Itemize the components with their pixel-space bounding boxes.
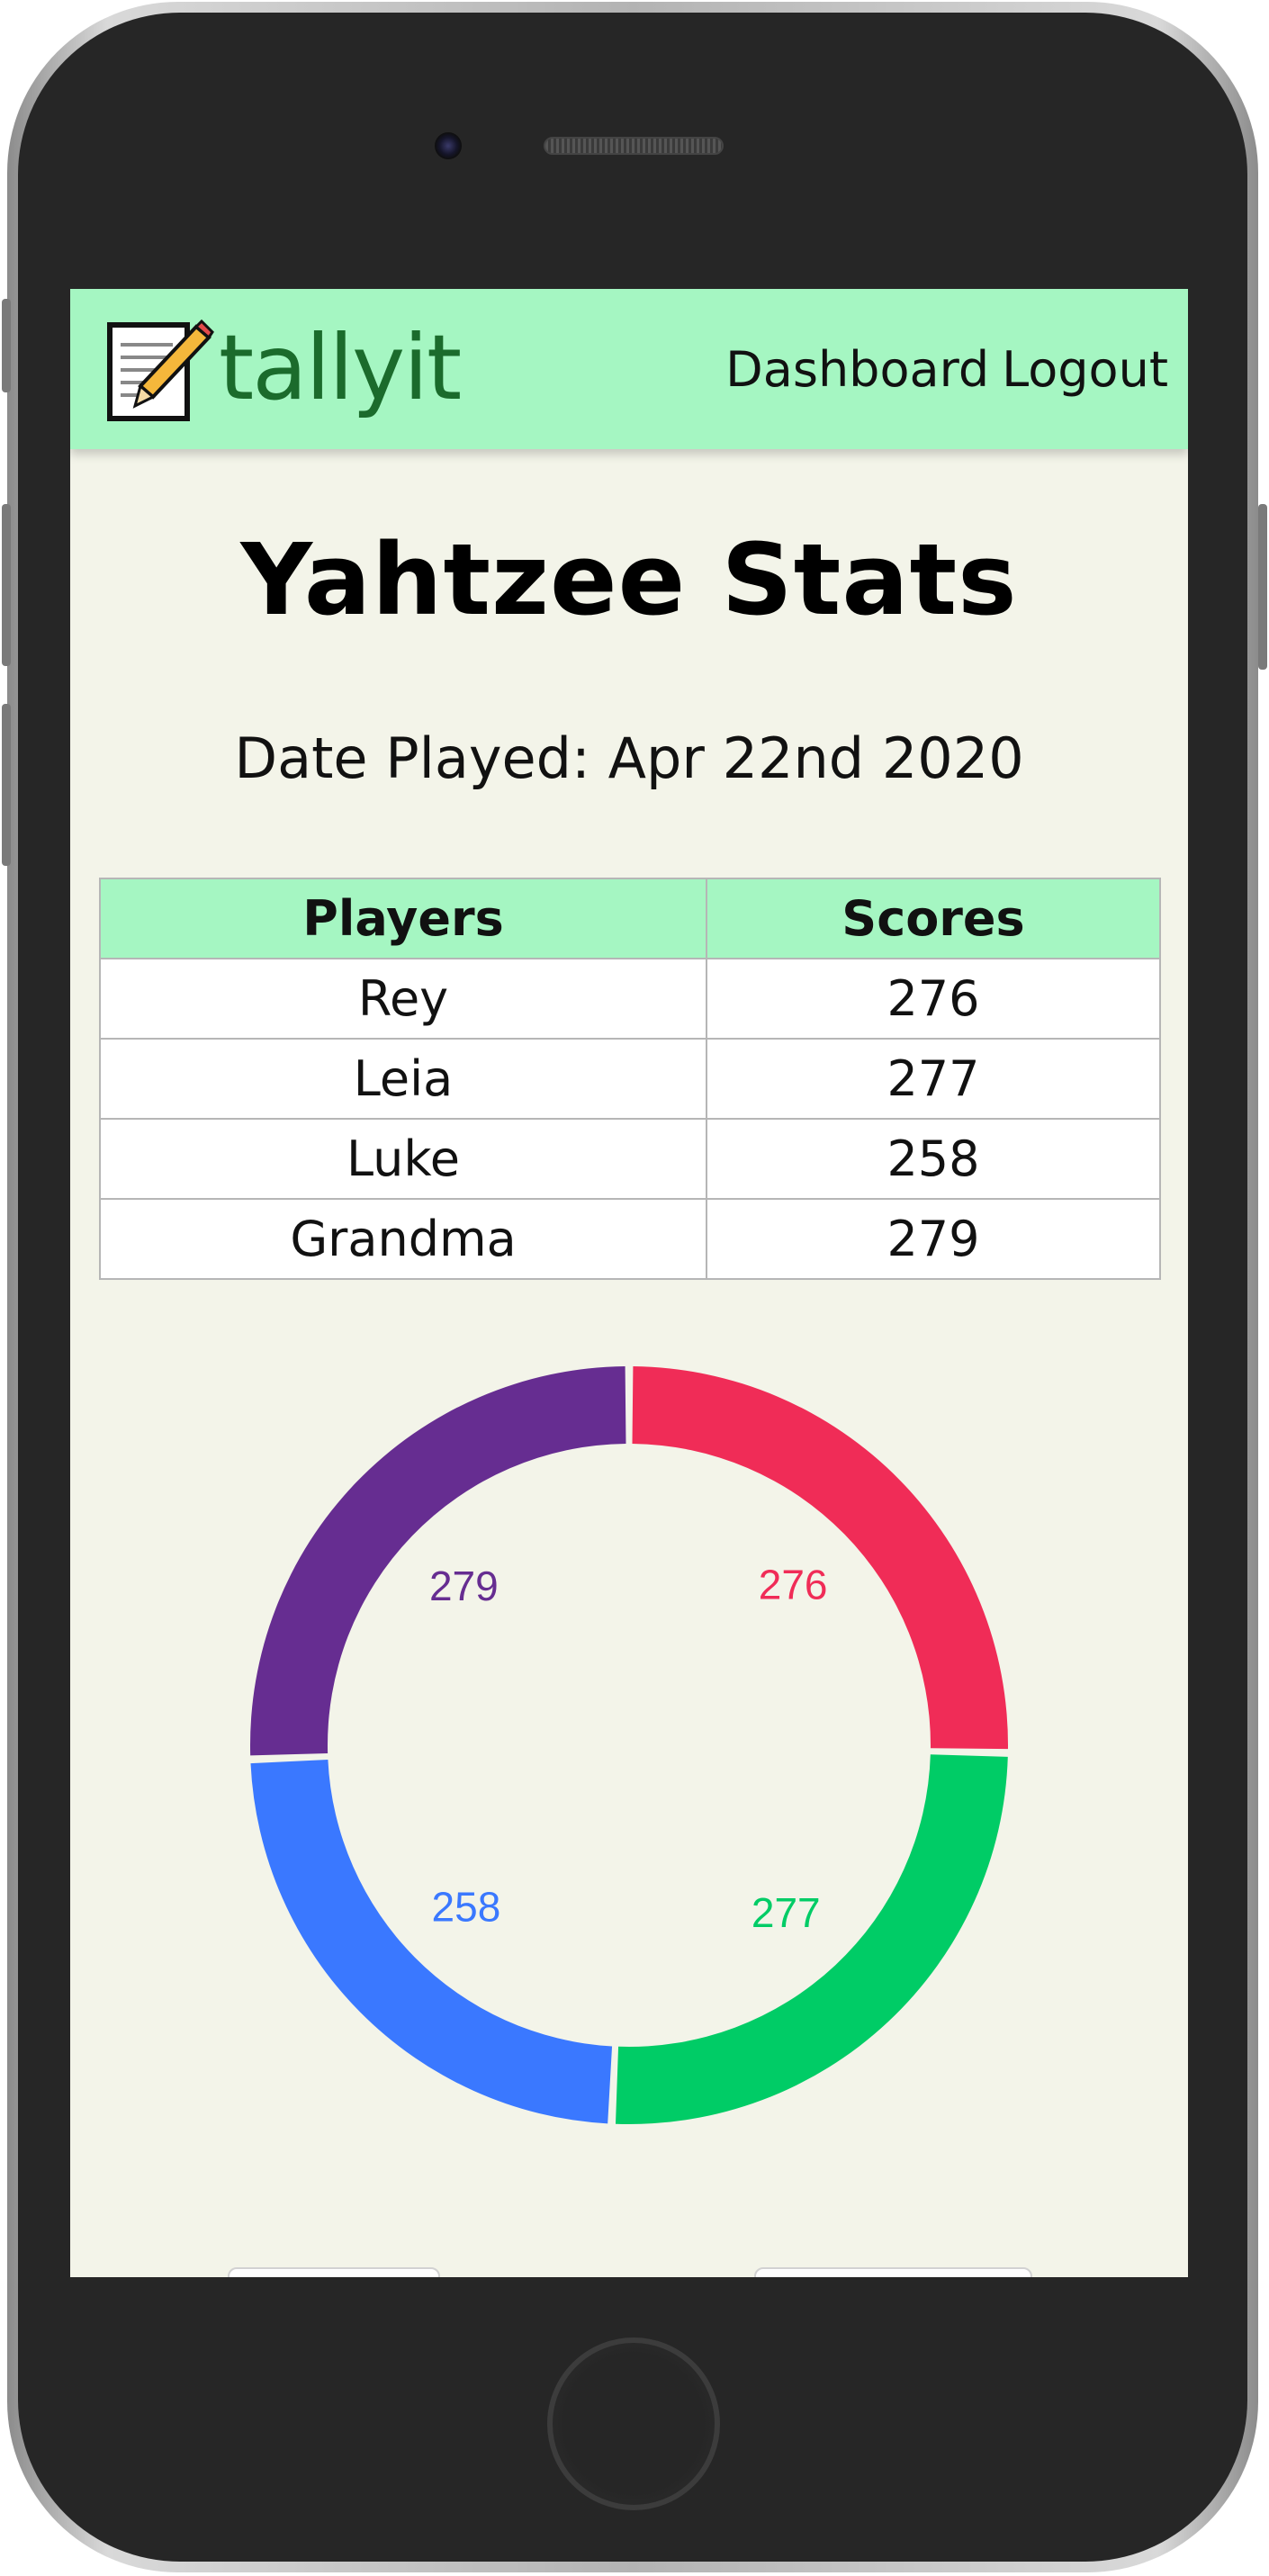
player-cell: Luke bbox=[99, 1118, 707, 1200]
players-header: Players bbox=[99, 878, 707, 959]
donut-slice-rey[interactable] bbox=[632, 1366, 1008, 1750]
table-row: Leia 277 bbox=[99, 1038, 1161, 1120]
table-row: Rey 276 bbox=[99, 958, 1161, 1040]
table-header-row: Players Scores bbox=[99, 878, 1161, 959]
notepad-pencil-icon bbox=[107, 319, 214, 421]
scores-donut-chart: 276 277 258 279 bbox=[250, 1366, 1008, 2124]
donut-slice-grandma[interactable] bbox=[250, 1366, 626, 1756]
date-played: Date Played: Apr 22nd 2020 bbox=[234, 725, 1024, 791]
table-row: Luke 258 bbox=[99, 1118, 1161, 1200]
home-button[interactable] bbox=[547, 2337, 720, 2510]
bottom-left-button[interactable] bbox=[228, 2267, 440, 2277]
scores-header: Scores bbox=[706, 878, 1161, 959]
donut-slice-leia[interactable] bbox=[615, 1754, 1008, 2124]
score-cell: 277 bbox=[706, 1038, 1161, 1120]
donut-label-leia: 277 bbox=[752, 1889, 821, 1936]
scores-table: Players Scores Rey 276 Leia 277 Luke 258… bbox=[99, 878, 1161, 1280]
nav-dashboard-link[interactable]: Dashboard bbox=[725, 341, 989, 399]
table-row: Grandma 279 bbox=[99, 1198, 1161, 1280]
front-camera bbox=[435, 132, 462, 159]
player-cell: Rey bbox=[99, 958, 707, 1040]
side-button-power bbox=[1258, 504, 1267, 670]
donut-slice-luke[interactable] bbox=[250, 1760, 613, 2124]
side-button-mute bbox=[2, 299, 11, 392]
nav-logout-link[interactable]: Logout bbox=[1002, 341, 1168, 399]
side-button-volume-down bbox=[2, 704, 11, 866]
donut-label-grandma: 279 bbox=[429, 1563, 499, 1609]
app-logo-text[interactable]: tallyit bbox=[219, 314, 462, 422]
navbar: tallyit Dashboard Logout bbox=[70, 289, 1188, 449]
player-cell: Leia bbox=[99, 1038, 707, 1120]
score-cell: 279 bbox=[706, 1198, 1161, 1280]
donut-label-rey: 276 bbox=[759, 1562, 828, 1608]
bottom-right-button[interactable] bbox=[754, 2267, 1032, 2277]
side-button-volume-up bbox=[2, 504, 11, 666]
app-screen: tallyit Dashboard Logout Yahtzee Stats D… bbox=[70, 289, 1188, 2277]
page-title: Yahtzee Stats bbox=[240, 522, 1018, 637]
score-cell: 258 bbox=[706, 1118, 1161, 1200]
score-cell: 276 bbox=[706, 958, 1161, 1040]
nav-links: Dashboard Logout bbox=[725, 341, 1168, 399]
earpiece-speaker bbox=[544, 137, 724, 155]
donut-label-luke: 258 bbox=[432, 1884, 501, 1931]
player-cell: Grandma bbox=[99, 1198, 707, 1280]
